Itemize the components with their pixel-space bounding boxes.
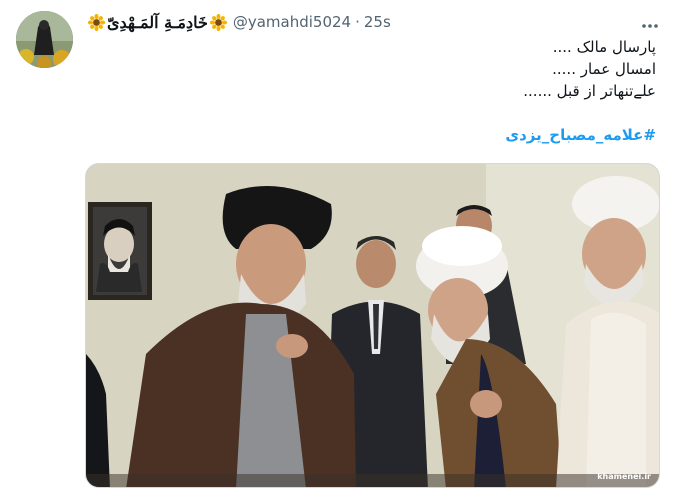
tweet-text: پارسال مالک .... امسال عمار ..... علےتنه… bbox=[96, 36, 656, 146]
user-handle[interactable]: @yamahdi5024 bbox=[233, 13, 351, 31]
avatar[interactable] bbox=[16, 11, 73, 68]
tweet-header: خَادِمَـةِ آلمَـهْدِیّ @yamahdi5024 · 25… bbox=[86, 10, 391, 34]
tweet-line: امسال عمار ..... bbox=[552, 60, 656, 78]
tweet-line: علےتنهاتر از قبل ...... bbox=[523, 82, 656, 100]
photo-illustration bbox=[86, 164, 659, 487]
photo-watermark: khamenei.ir bbox=[597, 472, 651, 481]
display-name[interactable]: خَادِمَـةِ آلمَـهْدِیّ bbox=[107, 13, 208, 32]
hashtag-link[interactable]: #علامه_مصباح_یزدی bbox=[96, 124, 656, 146]
separator-dot: · bbox=[355, 13, 360, 31]
more-horizontal-icon bbox=[641, 14, 659, 33]
timestamp[interactable]: 25s bbox=[364, 13, 391, 31]
tweet: خَادِمَـةِ آلمَـهْدِیّ @yamahdi5024 · 25… bbox=[0, 0, 677, 493]
more-options-button[interactable] bbox=[639, 12, 661, 34]
tweet-line: پارسال مالک .... bbox=[552, 38, 656, 56]
sunflower-icon bbox=[87, 13, 106, 31]
sunflower-icon bbox=[209, 13, 227, 31]
tweet-photo[interactable]: khamenei.ir bbox=[85, 163, 660, 488]
